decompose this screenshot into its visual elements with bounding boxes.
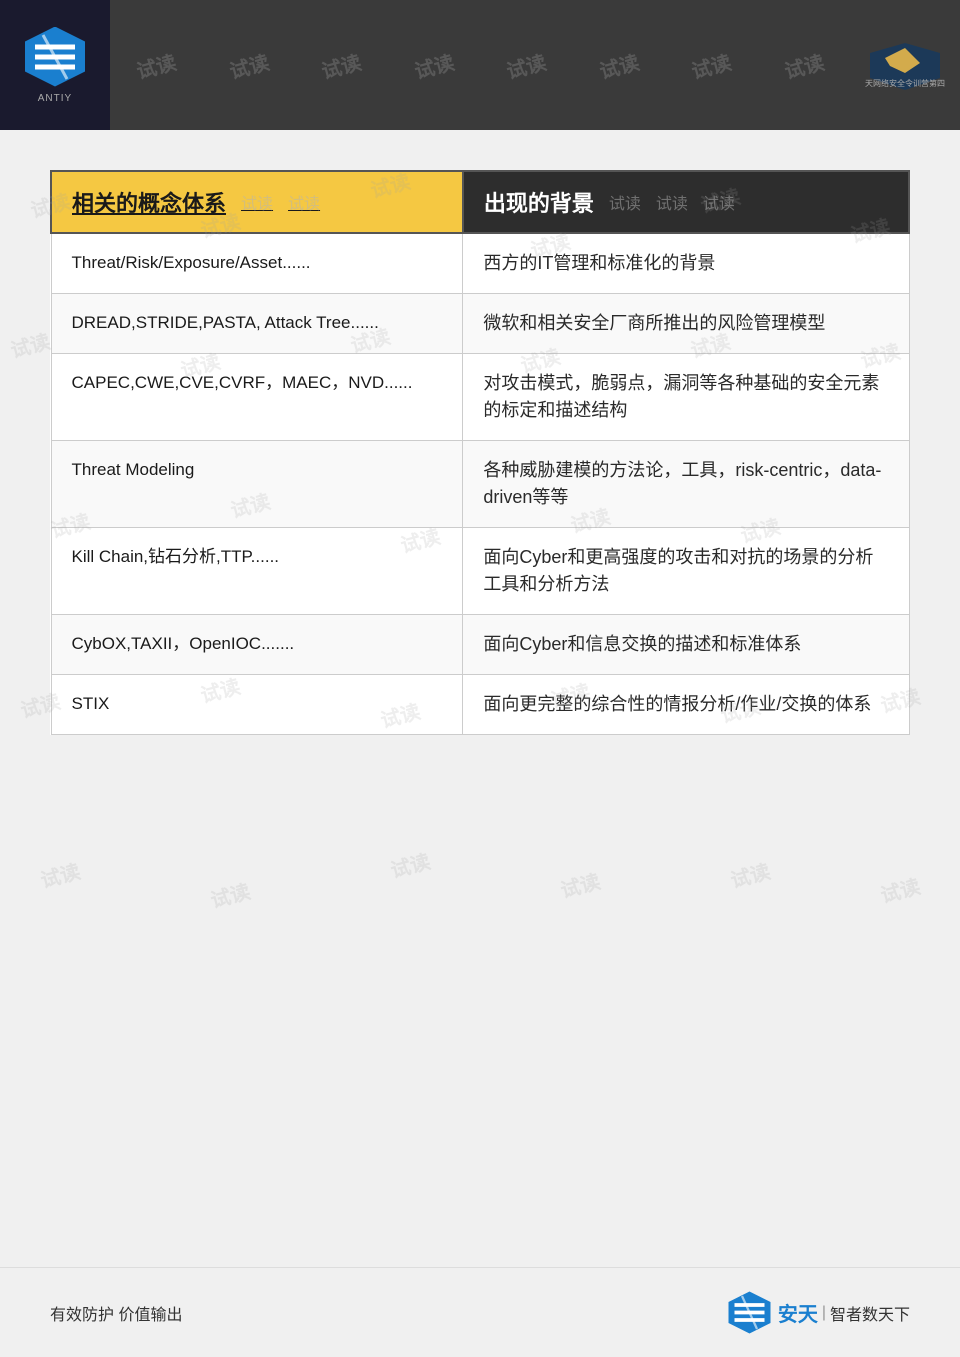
logo-area: ANTIY <box>0 0 110 130</box>
left-cell: STIX <box>51 675 463 735</box>
main-wm-24: 试读 <box>207 875 253 913</box>
left-cell: CAPEC,CWE,CVE,CVRF，MAEC，NVD...... <box>51 354 463 441</box>
main-wm-6: 试读 <box>7 325 53 363</box>
right-cell: 面向更完整的综合性的情报分析/作业/交换的体系 <box>463 675 909 735</box>
footer-logo: 安天 | 智者数天下 <box>727 1290 910 1335</box>
table-row: STIX面向更完整的综合性的情报分析/作业/交换的体系 <box>51 675 909 735</box>
footer-logo-sub-text: 智者数天下 <box>830 1301 910 1325</box>
logo-text: ANTIY <box>38 93 72 104</box>
svg-text:安天网络安全令训营第四期: 安天网络安全令训营第四期 <box>865 78 945 88</box>
left-cell: Threat Modeling <box>51 441 463 528</box>
wm-7: 试读 <box>672 37 750 93</box>
wm-4: 试读 <box>395 37 473 93</box>
table-row: Kill Chain,钻石分析,TTP......面向Cyber和更高强度的攻击… <box>51 528 909 615</box>
main-wm-26: 试读 <box>557 865 603 903</box>
header-watermarks: 试读 试读 试读 试读 试读 试读 试读 试读 <box>110 0 850 130</box>
right-cell: 面向Cyber和信息交换的描述和标准体系 <box>463 615 909 675</box>
wm-1: 试读 <box>117 37 195 93</box>
wm-6: 试读 <box>580 37 658 93</box>
right-cell: 面向Cyber和更高强度的攻击和对抗的场景的分析工具和分析方法 <box>463 528 909 615</box>
main-wm-25: 试读 <box>387 845 433 883</box>
left-cell: DREAD,STRIDE,PASTA, Attack Tree...... <box>51 294 463 354</box>
right-cell: 微软和相关安全厂商所推出的风险管理模型 <box>463 294 909 354</box>
right-cell: 对攻击模式，脆弱点，漏洞等各种基础的安全元素的标定和描述结构 <box>463 354 909 441</box>
table-row: DREAD,STRIDE,PASTA, Attack Tree......微软和… <box>51 294 909 354</box>
wm-2: 试读 <box>210 37 288 93</box>
footer-tagline: 有效防护 价值输出 <box>50 1301 182 1325</box>
wm-5: 试读 <box>487 37 565 93</box>
table-row: Threat Modeling各种威胁建模的方法论，工具，risk-centri… <box>51 441 909 528</box>
footer-logo-main-text: 安天 <box>778 1298 818 1327</box>
right-cell: 西方的IT管理和标准化的背景 <box>463 233 909 294</box>
table-row: CAPEC,CWE,CVE,CVRF，MAEC，NVD......对攻击模式，脆… <box>51 354 909 441</box>
header-watermark-area: 试读 试读 试读 试读 试读 试读 试读 试读 <box>110 0 850 130</box>
header-right-logo: 安天网络安全令训营第四期 <box>850 0 960 130</box>
main-wm-27: 试读 <box>727 855 773 893</box>
wm-3: 试读 <box>302 37 380 93</box>
concept-table: 相关的概念体系 试读 试读 出现的背景 试读 试读 试读 Threat/Risk… <box>50 170 910 735</box>
table-row: CybOX,TAXII，OpenIOC.......面向Cyber和信息交换的描… <box>51 615 909 675</box>
page-header: ANTIY 试读 试读 试读 试读 试读 试读 试读 试读 安天网络安全令训营第… <box>0 0 960 130</box>
main-content: 试读试读试读试读试读试读试读试读试读试读试读试读试读试读试读试读试读试读试读试读… <box>0 130 960 775</box>
logo-hexagon <box>25 27 85 87</box>
left-cell: Threat/Risk/Exposure/Asset...... <box>51 233 463 294</box>
left-cell: CybOX,TAXII，OpenIOC....... <box>51 615 463 675</box>
wm-8: 试读 <box>765 37 843 93</box>
table-header-row: 相关的概念体系 试读 试读 出现的背景 试读 试读 试读 <box>51 171 909 233</box>
main-wm-23: 试读 <box>37 855 83 893</box>
left-cell: Kill Chain,钻石分析,TTP...... <box>51 528 463 615</box>
page-footer: 有效防护 价值输出 安天 | 智者数天下 <box>0 1267 960 1357</box>
main-wm-28: 试读 <box>877 870 923 908</box>
right-cell: 各种威胁建模的方法论，工具，risk-centric，data-driven等等 <box>463 441 909 528</box>
col1-header: 相关的概念体系 试读 试读 <box>51 171 463 233</box>
table-row: Threat/Risk/Exposure/Asset......西方的IT管理和… <box>51 233 909 294</box>
col2-header: 出现的背景 试读 试读 试读 <box>463 171 909 233</box>
